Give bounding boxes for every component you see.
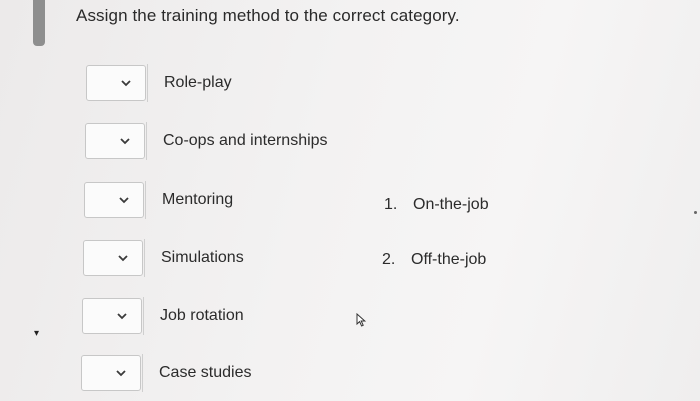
chevron-down-icon [116, 369, 126, 376]
chevron-down-icon [119, 196, 129, 203]
divider [146, 122, 147, 160]
edge-marker-icon: ▾ [34, 328, 40, 339]
category-dropdown[interactable] [82, 298, 142, 334]
mouse-pointer-icon [356, 313, 367, 327]
answer-option-off-the-job: 2. Off-the-job [382, 251, 486, 269]
category-dropdown[interactable] [81, 355, 141, 391]
category-dropdown[interactable] [85, 123, 145, 159]
divider [147, 64, 148, 102]
match-row-co-ops: Co-ops and internships [85, 122, 328, 160]
item-label: Role-play [164, 74, 232, 91]
match-row-job-rotation: Job rotation [82, 297, 244, 335]
category-dropdown[interactable] [83, 240, 143, 276]
answer-number: 2. [382, 251, 396, 268]
chevron-down-icon [121, 79, 131, 86]
match-row-case-studies: Case studies [81, 354, 252, 392]
scroll-indicator-dot [694, 211, 697, 214]
divider [145, 181, 146, 219]
scrollbar-thumb[interactable] [33, 0, 45, 46]
divider [144, 239, 145, 277]
item-label: Job rotation [160, 307, 244, 324]
item-label: Mentoring [162, 191, 234, 208]
answer-option-on-the-job: 1. On-the-job [384, 196, 489, 214]
question-title: Assign the training method to the correc… [76, 6, 460, 25]
answer-label: Off-the-job [411, 251, 487, 268]
match-row-role-play: Role-play [86, 64, 232, 102]
divider [143, 297, 144, 335]
item-label: Simulations [161, 249, 244, 266]
category-dropdown[interactable] [84, 182, 144, 218]
chevron-down-icon [118, 254, 128, 261]
answer-label: On-the-job [413, 196, 489, 213]
category-dropdown[interactable] [86, 65, 146, 101]
item-label: Case studies [159, 364, 252, 381]
left-scrollbar[interactable] [0, 0, 46, 401]
item-label: Co-ops and internships [163, 132, 328, 149]
chevron-down-icon [117, 312, 127, 319]
match-row-mentoring: Mentoring [84, 181, 233, 219]
answer-number: 1. [384, 196, 398, 213]
match-row-simulations: Simulations [83, 239, 244, 277]
divider [142, 354, 143, 392]
chevron-down-icon [120, 137, 130, 144]
